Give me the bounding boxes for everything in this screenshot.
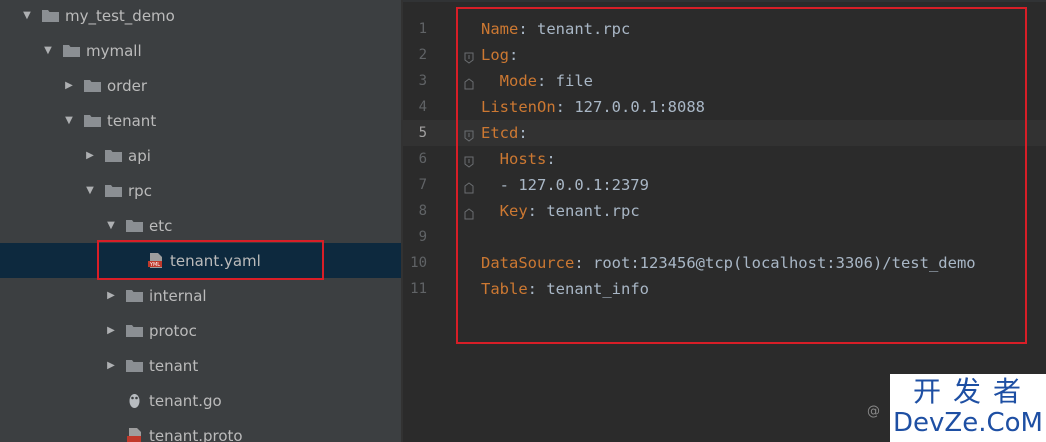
tree-item-tenant-go[interactable]: ▶tenant.go	[0, 383, 401, 418]
tree-item-api[interactable]: ▶ api	[0, 138, 401, 173]
line-number: 7	[418, 177, 427, 193]
line-number: 8	[418, 203, 427, 219]
folder-icon	[126, 324, 143, 337]
tree-item-label: protoc	[149, 321, 197, 340]
tree-item-tenant[interactable]: ▶ tenant	[0, 348, 401, 383]
collapse-arrow-icon[interactable]: ▶	[104, 325, 118, 336]
line-number: 11	[410, 281, 427, 297]
line-number: 3	[418, 73, 427, 89]
watermark-top-text: 开发者	[912, 375, 1033, 408]
proto-file-icon	[126, 427, 143, 442]
tree-item-label: etc	[149, 216, 173, 235]
folder-icon	[126, 219, 143, 232]
line-number: 10	[410, 255, 427, 271]
tree-item-label: tenant.go	[149, 391, 222, 410]
tree-item-label: tenant.proto	[149, 426, 243, 442]
tree-item-label: rpc	[128, 181, 152, 200]
tree-item-label: mymall	[86, 41, 142, 60]
tree-item-label: tenant	[107, 111, 157, 130]
tree-item-label: tenant	[149, 356, 199, 375]
tree-item-rpc[interactable]: ▼ rpc	[0, 173, 401, 208]
folder-icon	[105, 184, 122, 197]
folder-icon	[105, 149, 122, 162]
line-number: 9	[418, 229, 427, 245]
line-number: 1	[418, 21, 427, 37]
folder-icon	[63, 44, 80, 57]
folder-icon	[84, 114, 101, 127]
folder-icon	[126, 359, 143, 372]
line-number: 5	[418, 125, 427, 141]
watermark-bottom-text: DevZe.CoM	[893, 408, 1043, 438]
folder-icon	[42, 9, 59, 22]
tree-item-label: order	[107, 76, 147, 95]
line-number: 4	[418, 99, 427, 115]
tree-item-protoc[interactable]: ▶ protoc	[0, 313, 401, 348]
tree-item-internal[interactable]: ▶ internal	[0, 278, 401, 313]
expand-arrow-icon[interactable]: ▼	[20, 10, 34, 21]
tree-item-label: internal	[149, 286, 207, 305]
tree-item-my-test-demo[interactable]: ▼ my_test_demo	[0, 0, 401, 33]
watermark-at: @	[867, 404, 880, 419]
collapse-arrow-icon[interactable]: ▶	[83, 150, 97, 161]
expand-arrow-icon[interactable]: ▼	[83, 185, 97, 196]
tree-item-label: api	[128, 146, 151, 165]
tree-item-etc[interactable]: ▼ etc	[0, 208, 401, 243]
line-number: 6	[418, 151, 427, 167]
selected-file-highlight-box	[97, 240, 324, 280]
tree-item-label: my_test_demo	[65, 6, 175, 25]
expand-arrow-icon[interactable]: ▼	[62, 115, 76, 126]
watermark-logo: 开发者 DevZe.CoM	[890, 374, 1046, 442]
editor-top-border	[403, 0, 1046, 2]
tree-item-mymall[interactable]: ▼ mymall	[0, 33, 401, 68]
collapse-arrow-icon[interactable]: ▶	[62, 80, 76, 91]
folder-icon	[84, 79, 101, 92]
tree-item-order[interactable]: ▶ order	[0, 68, 401, 103]
line-number: 2	[418, 47, 427, 63]
project-tree: ▼ my_test_demo ▼ mymall ▶ order ▼ tenant ▶ api ▼ rp…	[0, 0, 401, 442]
folder-icon	[126, 289, 143, 302]
expand-arrow-icon[interactable]: ▼	[104, 220, 118, 231]
go-file-icon	[126, 392, 143, 409]
code-highlight-box	[456, 7, 1027, 344]
collapse-arrow-icon[interactable]: ▶	[104, 360, 118, 371]
tree-item-tenant-proto[interactable]: ▶tenant.proto	[0, 418, 401, 442]
tree-item-tenant[interactable]: ▼ tenant	[0, 103, 401, 138]
collapse-arrow-icon[interactable]: ▶	[104, 290, 118, 301]
expand-arrow-icon[interactable]: ▼	[41, 45, 55, 56]
